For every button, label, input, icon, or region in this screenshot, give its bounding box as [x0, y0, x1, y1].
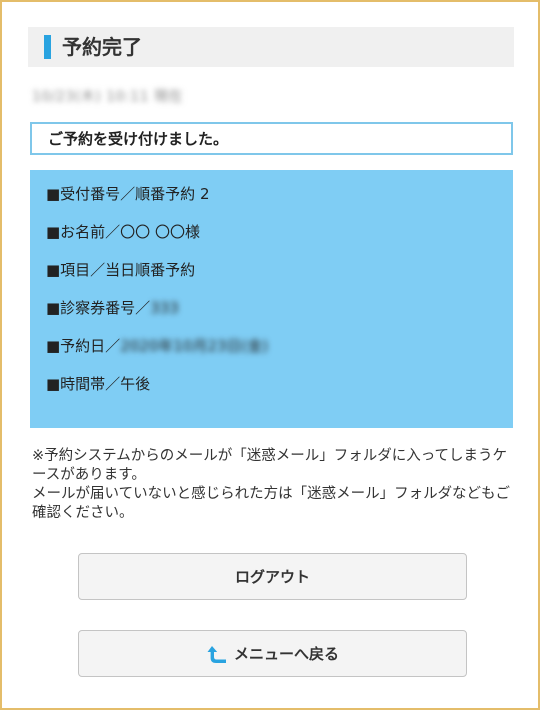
card-number-value: 333	[150, 299, 179, 317]
reservation-details: ■受付番号／順番予約 2 ■お名前／〇〇 〇〇様 ■項目／当日順番予約 ■診察券…	[30, 170, 513, 428]
patient-name: ■お名前／〇〇 〇〇様	[46, 223, 200, 241]
return-arrow-icon	[207, 645, 226, 663]
reservation-date-value: 2020年10月23日(金)	[120, 337, 269, 355]
notice-line-2: メールが届いていないと感じられた方は「迷惑メール」フォルダなどもご確認ください。	[32, 486, 511, 521]
reservation-date-label: ■予約日／	[46, 337, 121, 355]
logout-button-label: ログアウト	[234, 568, 310, 586]
email-notice: ※予約システムからのメールが「迷惑メール」フォルダに入ってしまうケースがあります…	[32, 447, 516, 523]
back-to-menu-button[interactable]: メニューへ戻る	[78, 630, 467, 677]
time-slot: ■時間帯／午後	[46, 375, 151, 393]
logout-button[interactable]: ログアウト	[78, 553, 467, 600]
page-frame: 予約完了 10/23(木) 10:11 現在 ご予約を受け付けました。 ■受付番…	[0, 0, 540, 710]
title-accent-bar	[44, 35, 51, 59]
page-header: 予約完了	[28, 27, 514, 67]
confirmation-message: ご予約を受け付けました。	[48, 130, 229, 148]
back-to-menu-label: メニューへ戻る	[233, 645, 339, 663]
timestamp: 10/23(木) 10:11 現在	[32, 89, 184, 105]
notice-line-1: ※予約システムからのメールが「迷惑メール」フォルダに入ってしまうケースがあります…	[32, 448, 507, 483]
reservation-date-row: ■予約日／2020年10月23日(金)	[46, 336, 268, 356]
card-number-label: ■診察券番号／	[46, 299, 151, 317]
card-number-row: ■診察券番号／333	[46, 298, 179, 318]
confirmation-box: ご予約を受け付けました。	[30, 122, 513, 155]
reservation-item: ■項目／当日順番予約	[46, 261, 196, 279]
page-title: 予約完了	[62, 35, 142, 59]
reception-number: ■受付番号／順番予約 2	[46, 185, 210, 203]
